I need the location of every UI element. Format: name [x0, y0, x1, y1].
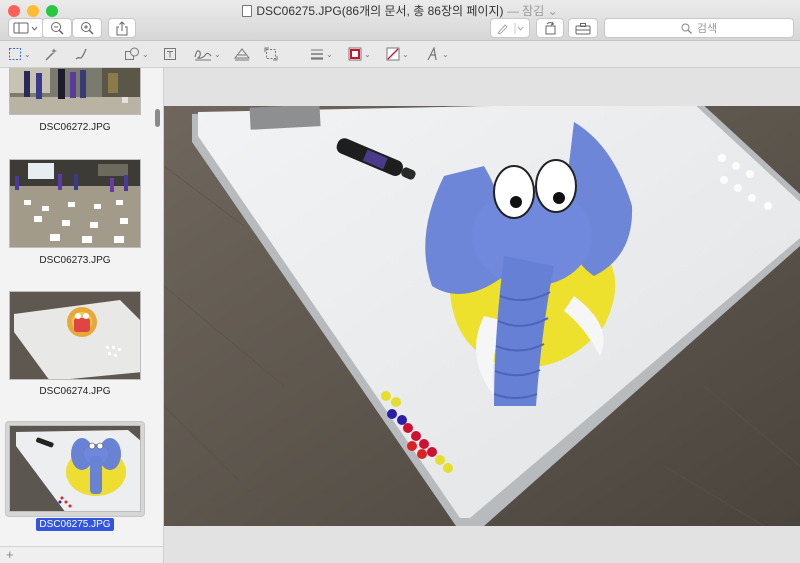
- text-tool[interactable]: [163, 45, 177, 63]
- document-icon: [242, 5, 253, 17]
- sketch-tool[interactable]: [74, 45, 88, 63]
- search-icon: [681, 23, 692, 34]
- thumbnail-label: DSC06274.JPG: [39, 386, 111, 397]
- line-style-icon: [311, 49, 323, 60]
- shapes-tool[interactable]: ⌄: [124, 45, 149, 63]
- selection-icon: [9, 48, 21, 60]
- font-icon: [427, 47, 437, 61]
- thumbnail-image: [10, 68, 140, 114]
- zoom-in-button[interactable]: [72, 18, 102, 38]
- chevron-down-icon: ⌄: [364, 49, 371, 59]
- thumbnail-label: DSC06272.JPG: [39, 122, 111, 133]
- sidebar-scrollbar[interactable]: [155, 109, 160, 127]
- adjust-color-icon: [234, 48, 250, 61]
- chevron-down-icon: ⌄: [442, 49, 449, 59]
- markup-toolbar: ⌄ ⌄ ⌄ ⌄ ⌄ ⌄ ⌄: [0, 41, 800, 68]
- instant-alpha-tool[interactable]: [44, 45, 58, 63]
- sign-tool[interactable]: ⌄: [194, 45, 221, 63]
- sidebar-icon: [13, 22, 38, 34]
- thumbnail-dsc06274[interactable]: [9, 291, 141, 380]
- sidebar-toggle-button[interactable]: [8, 18, 44, 38]
- title-menu-chevron-icon[interactable]: ⌄: [548, 4, 558, 18]
- shapes-icon: [125, 47, 139, 60]
- thumbnail-sidebar[interactable]: DSC06272.JPG DSC06273.JPG DSC06274.JPG D…: [0, 68, 164, 547]
- share-button[interactable]: [108, 18, 136, 38]
- lock-status: — 잠김: [506, 4, 545, 18]
- chevron-down-icon: ⌄: [24, 49, 31, 59]
- fill-color-icon: [386, 47, 400, 61]
- border-color-tool[interactable]: ⌄: [348, 45, 371, 63]
- sidebar-footer: +: [0, 546, 164, 563]
- chevron-down-icon: ⌄: [326, 49, 333, 59]
- pen-icon: [497, 22, 524, 35]
- search-placeholder: 검색: [696, 23, 718, 35]
- share-icon: [116, 20, 128, 35]
- rotate-left-icon: [545, 21, 555, 35]
- zoom-out-icon: [51, 22, 64, 35]
- window-title[interactable]: DSC06275.JPG(86개의 문서, 총 86장의 페이지) — 잠김 ⌄: [0, 2, 800, 19]
- search-field[interactable]: 검색: [604, 18, 794, 38]
- thumbnail-dsc06272[interactable]: [9, 68, 141, 115]
- text-box-icon: [164, 48, 176, 60]
- signature-icon: [194, 50, 212, 61]
- border-color-icon: [348, 47, 362, 61]
- chevron-down-icon: ⌄: [214, 49, 221, 59]
- text-style-tool[interactable]: ⌄: [426, 45, 449, 63]
- toolbox-icon: [575, 22, 591, 34]
- thumbnail-image: [10, 160, 140, 247]
- elephant-craft-photo: [164, 106, 800, 526]
- magic-wand-icon: [45, 48, 57, 61]
- rectangular-selection-tool[interactable]: ⌄: [8, 45, 31, 63]
- add-page-button[interactable]: +: [6, 547, 14, 562]
- markup-toolbar-button[interactable]: [568, 18, 598, 38]
- thumbnail-label: DSC06273.JPG: [39, 255, 111, 266]
- rotate-button[interactable]: [536, 18, 564, 38]
- chevron-down-icon: ⌄: [142, 49, 149, 59]
- fill-color-tool[interactable]: ⌄: [386, 45, 409, 63]
- adjust-size-tool[interactable]: [264, 45, 278, 63]
- shape-style-tool[interactable]: ⌄: [310, 45, 333, 63]
- thumbnail-image: [10, 292, 140, 379]
- title-bar: DSC06275.JPG(86개의 문서, 총 86장의 페이지) — 잠김 ⌄…: [0, 0, 800, 41]
- thumbnail-label-selected: DSC06275.JPG: [0, 518, 150, 531]
- sketch-icon: [75, 48, 87, 60]
- zoom-out-button[interactable]: [42, 18, 72, 38]
- thumbnail-dsc06273[interactable]: [9, 159, 141, 248]
- thumbnail-dsc06275[interactable]: [9, 425, 141, 512]
- zoom-in-icon: [81, 22, 94, 35]
- markup-pen-button[interactable]: [490, 18, 530, 38]
- thumbnail-image: [10, 426, 140, 511]
- image-viewer[interactable]: [164, 68, 800, 563]
- window-title-text: DSC06275.JPG(86개의 문서, 총 86장의 페이지): [256, 4, 504, 18]
- chevron-down-icon: ⌄: [402, 49, 409, 59]
- adjust-color-tool[interactable]: [234, 45, 250, 63]
- resize-icon: [264, 47, 278, 61]
- document-image: [164, 106, 800, 526]
